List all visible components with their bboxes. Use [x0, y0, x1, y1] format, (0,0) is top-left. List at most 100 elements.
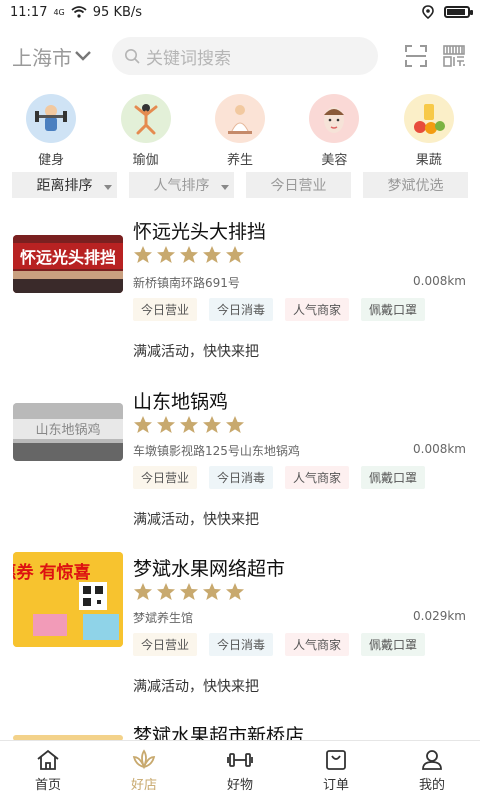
scan-icon [405, 45, 427, 67]
tag-masks: 佩戴口罩 [361, 298, 426, 321]
tag-popular: 人气商家 [285, 298, 350, 321]
shop-name: 山东地锅鸡 [133, 391, 229, 413]
tag-popular: 人气商家 [285, 633, 350, 656]
tab-label: 订单 [322, 777, 349, 793]
tab-label: 好物 [226, 777, 253, 793]
filter-bar: 距离排序 人气排序 今日营业 梦斌优选 [0, 172, 480, 198]
network-speed: 95 KB/s [92, 4, 143, 20]
scan-button[interactable] [402, 42, 430, 70]
shop-tags: 今日营业 今日消毒 人气商家 佩戴口罩 [133, 298, 426, 321]
shop-thumbnail: 惠券 有惊喜 [13, 552, 123, 647]
filter-distance[interactable]: 距离排序 [12, 172, 117, 198]
order-bag-icon [326, 749, 346, 770]
tag-masks: 佩戴口罩 [361, 466, 426, 489]
category-fruit[interactable]: 果蔬 [389, 94, 469, 168]
shop-promo: 满减活动，快快来把 [133, 679, 259, 695]
tag-disinfected: 今日消毒 [209, 633, 274, 656]
category-yoga[interactable]: 瑜伽 [106, 94, 186, 168]
star-icon [203, 246, 221, 263]
chevron-down-icon [75, 51, 91, 61]
star-icon [226, 416, 244, 433]
star-icon [226, 246, 244, 263]
tab-orders[interactable]: 订单 [288, 741, 384, 800]
category-label: 果蔬 [415, 153, 442, 168]
star-icon [157, 246, 175, 263]
fitness-icon [26, 94, 77, 143]
city-selector[interactable]: 上海市 [12, 42, 112, 71]
shop-distance: 0.029km [413, 609, 466, 623]
shop-tags: 今日营业 今日消毒 人气商家 佩戴口罩 [133, 633, 426, 656]
wifi-icon [71, 6, 87, 18]
tab-label: 好店 [130, 777, 157, 793]
filter-label: 人气排序 [153, 178, 210, 194]
category-fitness[interactable]: 健身 [11, 94, 91, 168]
wellness-icon [214, 94, 265, 143]
filter-featured[interactable]: 梦斌优选 [363, 172, 468, 198]
tag-open-today: 今日营业 [133, 298, 198, 321]
qrcode-icon [443, 45, 465, 67]
filter-open-today[interactable]: 今日营业 [246, 172, 351, 198]
star-icon [157, 416, 175, 433]
status-time: 11:17 [10, 4, 48, 20]
yoga-icon [120, 94, 171, 143]
category-beauty[interactable]: 美容 [294, 94, 374, 168]
location-icon [422, 5, 434, 19]
city-name: 上海市 [12, 45, 72, 70]
shop-card[interactable]: 怀远光头排挡 怀远光头大排挡 新桥镇南环路691号 0.008km 今日营业 今… [0, 215, 480, 365]
rating-stars [133, 582, 245, 602]
shop-thumbnail: 怀远光头排挡 [13, 235, 123, 293]
dropdown-triangle-icon [104, 185, 112, 190]
filter-label: 今日营业 [270, 178, 327, 194]
category-label: 健身 [38, 153, 65, 168]
search-icon [125, 49, 140, 64]
home-icon [37, 749, 59, 770]
tag-masks: 佩戴口罩 [361, 633, 426, 656]
status-bar: 11:17 4G 95 KB/s [0, 0, 480, 24]
star-icon [134, 416, 152, 433]
tab-profile[interactable]: 我的 [384, 741, 480, 800]
shop-thumbnail-text: 怀远光头排挡 [20, 248, 116, 267]
star-icon [157, 583, 175, 600]
tag-disinfected: 今日消毒 [209, 298, 274, 321]
star-icon [180, 246, 198, 263]
dropdown-triangle-icon [221, 185, 229, 190]
shop-card[interactable]: 惠券 有惊喜 梦斌水果网络超市 梦斌养生馆 0.029km 今日营业 今日消毒 … [0, 552, 480, 702]
tag-popular: 人气商家 [285, 466, 350, 489]
filter-popularity[interactable]: 人气排序 [129, 172, 234, 198]
shop-distance: 0.008km [413, 442, 466, 456]
tag-disinfected: 今日消毒 [209, 466, 274, 489]
shop-thumbnail-text: 山东地锅鸡 [35, 422, 100, 438]
tag-open-today: 今日营业 [133, 466, 198, 489]
shop-name: 梦斌水果网络超市 [133, 558, 286, 580]
tab-home[interactable]: 首页 [0, 741, 96, 800]
star-icon [134, 246, 152, 263]
rating-stars [133, 245, 245, 265]
shop-thumbnail: 山东地锅鸡 [13, 403, 123, 461]
battery-icon [444, 6, 473, 18]
beauty-icon [309, 94, 360, 143]
fruit-icon [403, 94, 454, 143]
category-label: 养生 [226, 153, 253, 168]
filter-label: 距离排序 [36, 178, 93, 194]
star-icon [203, 416, 221, 433]
tab-label: 我的 [418, 777, 445, 793]
shop-address: 车墩镇影视路125号山东地锅鸡 [133, 444, 300, 458]
tab-good-shops[interactable]: 好店 [96, 741, 192, 800]
tag-open-today: 今日营业 [133, 633, 198, 656]
qrcode-button[interactable] [440, 42, 468, 70]
star-icon [226, 583, 244, 600]
search-input[interactable]: 关键词搜索 [112, 37, 378, 75]
rating-stars [133, 415, 245, 435]
shop-thumbnail-text: 惠券 有惊喜 [13, 562, 90, 583]
shop-promo: 满减活动，快快来把 [133, 344, 259, 360]
star-icon [180, 583, 198, 600]
tab-label: 首页 [34, 777, 61, 793]
dumbbell-icon [227, 752, 253, 767]
category-label: 瑜伽 [132, 153, 159, 168]
header: 上海市 关键词搜索 [0, 24, 480, 88]
category-grid: 健身 瑜伽 养生 美容 果蔬 [0, 88, 480, 168]
category-wellness[interactable]: 养生 [200, 94, 280, 168]
shop-card[interactable]: 山东地锅鸡 山东地锅鸡 车墩镇影视路125号山东地锅鸡 0.008km 今日营业… [0, 385, 480, 535]
shop-promo: 满减活动，快快来把 [133, 512, 259, 528]
tab-good-goods[interactable]: 好物 [192, 741, 288, 800]
